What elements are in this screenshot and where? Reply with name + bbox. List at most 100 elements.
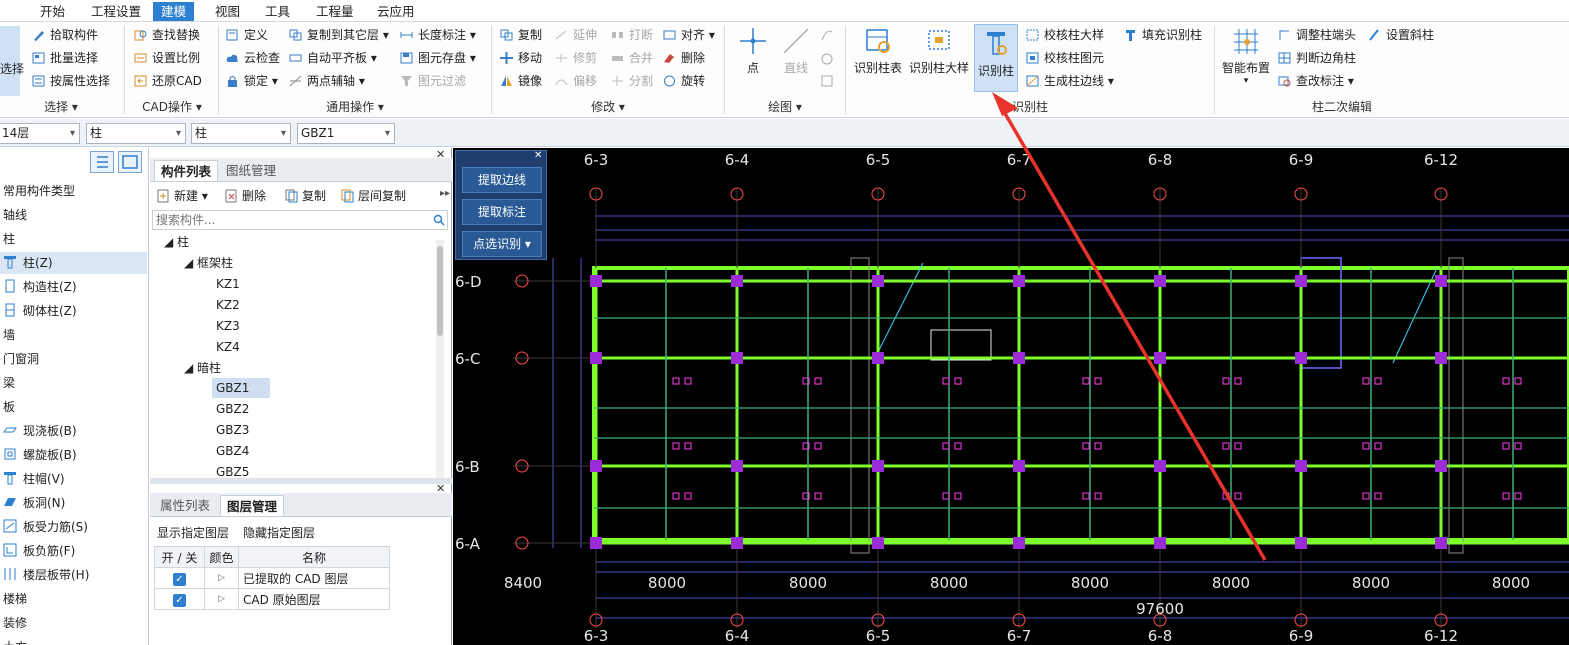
edit-annotation-button[interactable]: 查改标注 ▾ (1276, 71, 1354, 91)
pick-component-button[interactable]: 拾取构件 (30, 25, 98, 45)
save-element-button[interactable]: 图元存盘 ▾ (398, 48, 476, 68)
offset-button[interactable]: 偏移 (553, 71, 597, 91)
define-button[interactable]: 定义 (224, 25, 268, 45)
adjust-column-end-button[interactable]: 调整柱端头 (1276, 25, 1356, 45)
copy-button[interactable]: 复制 (498, 25, 542, 45)
nav-stair[interactable]: 楼梯 (0, 588, 147, 610)
menu-view[interactable]: 视图 (207, 2, 248, 21)
layer-checkbox[interactable]: ✓ (154, 567, 205, 589)
nav-decoration[interactable]: 装修 (0, 612, 147, 634)
extract-annotation-button[interactable]: 提取标注 (462, 199, 542, 225)
nav-wall[interactable]: 墙 (0, 324, 147, 346)
align-button[interactable]: 对齐 ▾ (661, 25, 715, 45)
tree-group-hidden-column[interactable]: ◢ 暗柱 (184, 358, 221, 378)
lock-button[interactable]: 锁定 ▾ (224, 71, 278, 91)
recognize-group-label[interactable]: 识别柱 (848, 98, 1212, 116)
delete-button[interactable]: 删除 (661, 48, 705, 68)
merge-button[interactable]: 合并 (609, 48, 653, 68)
length-dimension-button[interactable]: 长度标注 ▾ (398, 25, 476, 45)
check-column-detail-button[interactable]: 校核柱大样 (1024, 25, 1104, 45)
tree-item[interactable]: GBZ4 (216, 441, 249, 461)
cad-drawing[interactable]: 6-3 6-3 6-4 6-4 6-5 6-5 6-7 6-7 6-8 6-8 6-9 6-9 6-12… (453, 148, 1569, 645)
scrollbar-thumb[interactable] (437, 246, 443, 336)
nav-masonry-column[interactable]: 砌体柱(Z) (0, 300, 147, 322)
trim-button[interactable]: 修剪 (553, 48, 597, 68)
menu-project-settings[interactable]: 工程设置 (83, 2, 149, 21)
element-filter-button[interactable]: 图元过滤 (398, 71, 466, 91)
menu-start[interactable]: 开始 (32, 2, 73, 21)
copy-between-floors-button[interactable]: 层间复制 (340, 186, 406, 206)
tree-item-selected[interactable]: GBZ1 (212, 378, 270, 398)
menu-modeling[interactable]: 建模 (153, 2, 195, 21)
splitter[interactable] (150, 478, 452, 484)
tab-layer-management[interactable]: 图层管理 (220, 495, 285, 516)
auto-align-slab-button[interactable]: 自动平齐板 ▾ (287, 48, 377, 68)
nav-earthwork[interactable]: 土方 (0, 636, 147, 645)
cad-group-label[interactable]: CAD操作 ▾ (126, 98, 218, 116)
copy-to-other-floor-button[interactable]: 复制到其它层 ▾ (287, 25, 389, 45)
batch-select-button[interactable]: 批量选择 (30, 48, 98, 68)
tree-item[interactable]: KZ1 (216, 274, 240, 294)
nav-door-window[interactable]: 门窗洞 (0, 348, 147, 370)
nav-constructional-column[interactable]: 构造柱(Z) (0, 276, 147, 298)
nav-spiral-slab[interactable]: 螺旋板(B) (0, 444, 147, 466)
expand-icon[interactable]: ▷ (204, 567, 239, 589)
point-recognize-button[interactable]: 点选识别 ▾ (462, 231, 542, 257)
list-view-toggle[interactable] (90, 151, 114, 173)
judge-corner-column-button[interactable]: 判断边角柱 (1276, 48, 1356, 68)
restore-cad-button[interactable]: 还原CAD (132, 71, 202, 91)
nav-axis[interactable]: 轴线 (0, 204, 147, 226)
layer-checkbox[interactable]: ✓ (154, 588, 205, 610)
point-button[interactable]: 点 (733, 26, 773, 80)
hide-layer-link[interactable]: 隐藏指定图层 (243, 524, 315, 541)
menu-quantity[interactable]: 工程量 (308, 2, 362, 21)
two-point-axis-button[interactable]: 两点辅轴 ▾ (287, 71, 365, 91)
nav-beam[interactable]: 梁 (0, 372, 147, 394)
menu-tools[interactable]: 工具 (257, 2, 298, 21)
nav-slab-negative-rebar[interactable]: 板负筋(F) (0, 540, 147, 562)
cad-canvas[interactable]: 6-3 6-3 6-4 6-4 6-5 6-5 6-7 6-7 6-8 6-8 6-9 6-9 6-12… (453, 148, 1569, 645)
select-by-property-button[interactable]: 按属性选择 (30, 71, 110, 91)
draw-shape-icons[interactable] (820, 26, 834, 92)
tab-property-list[interactable]: 属性列表 (154, 495, 216, 516)
rotate-button[interactable]: 旋转 (661, 71, 705, 91)
tab-drawing-management[interactable]: 图纸管理 (220, 160, 282, 181)
component-type-select[interactable]: 柱 (86, 123, 186, 144)
secondary-group-label[interactable]: 柱二次编辑 (1216, 98, 1468, 116)
extend-button[interactable]: 延伸 (553, 25, 597, 45)
tree-item[interactable]: GBZ3 (216, 420, 249, 440)
recognize-column-button[interactable]: 识别柱 (974, 24, 1018, 92)
more-icon[interactable]: ▸▸ (440, 188, 450, 199)
fill-recognize-column-button[interactable]: 填充识别柱 (1122, 25, 1202, 45)
floor-select[interactable]: 14层 (0, 123, 80, 144)
expand-icon[interactable]: ▷ (204, 588, 239, 610)
recognize-column-table-button[interactable]: 识别柱表 (851, 26, 905, 88)
copy-component-button[interactable]: 复制 (284, 186, 326, 206)
smart-layout-button[interactable]: 智能布置 ▾ (1219, 26, 1273, 94)
close-icon[interactable]: ✕ (534, 150, 542, 161)
table-row[interactable]: ✓ ▷ 已提取的 CAD 图层 (154, 567, 390, 589)
detail-view-toggle[interactable] (118, 151, 142, 173)
recognize-column-detail-button[interactable]: 识别柱大样 (908, 26, 970, 88)
common-group-label[interactable]: 通用操作 ▾ (220, 98, 490, 116)
tree-item[interactable]: GBZ2 (216, 399, 249, 419)
line-button[interactable]: 直线 (776, 26, 816, 80)
component-subtype-select[interactable]: 柱 (191, 123, 291, 144)
tree-item[interactable]: GBZ5 (216, 462, 249, 478)
tree-item[interactable]: KZ2 (216, 295, 240, 315)
set-inclined-column-button[interactable]: 设置斜柱 (1366, 25, 1434, 45)
nav-slab-hole[interactable]: 板洞(N) (0, 492, 147, 514)
move-button[interactable]: 移动 (498, 48, 542, 68)
check-column-element-button[interactable]: 校核柱图元 (1024, 48, 1104, 68)
set-scale-button[interactable]: 设置比例 (132, 48, 200, 68)
split-button[interactable]: 分割 (609, 71, 653, 91)
show-layer-link[interactable]: 显示指定图层 (157, 524, 229, 541)
nav-column-category[interactable]: 柱 (0, 228, 147, 250)
tree-group-frame-column[interactable]: ◢ 框架柱 (184, 253, 233, 273)
tree-item[interactable]: KZ3 (216, 316, 240, 336)
nav-common-types[interactable]: 常用构件类型 (0, 180, 147, 202)
nav-column-cap[interactable]: 柱帽(V) (0, 468, 147, 490)
find-replace-button[interactable]: 查找替换 (132, 25, 200, 45)
table-row[interactable]: ✓ ▷ CAD 原始图层 (154, 588, 390, 610)
select-big-button[interactable]: 选择 (0, 26, 24, 96)
